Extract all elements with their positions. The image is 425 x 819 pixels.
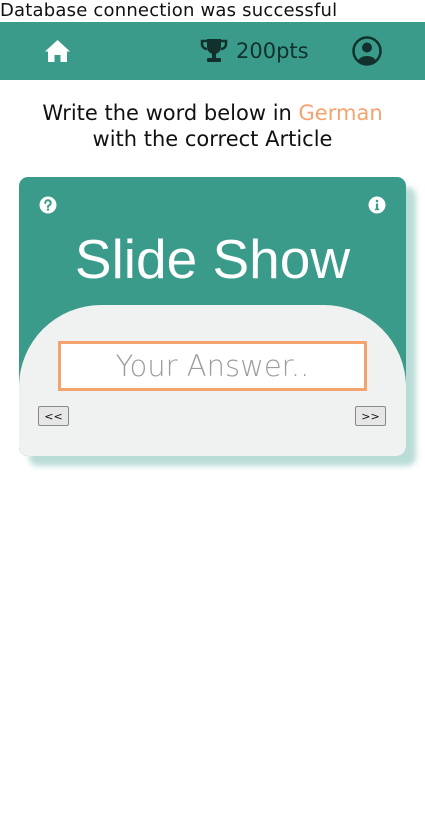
db-status-message: Database connection was successful bbox=[0, 0, 338, 21]
user-circle-icon[interactable] bbox=[352, 36, 382, 66]
next-slide-button[interactable]: >> bbox=[355, 406, 386, 426]
info-circle-icon[interactable] bbox=[368, 196, 386, 214]
instruction-text: Write the word below in German with the … bbox=[0, 100, 425, 152]
answer-input[interactable] bbox=[58, 341, 367, 391]
slide-show-card: Slide Show << >> bbox=[19, 177, 406, 456]
target-language: German bbox=[298, 101, 383, 125]
previous-slide-button[interactable]: << bbox=[38, 406, 69, 426]
trophy-icon bbox=[200, 39, 228, 62]
home-icon[interactable] bbox=[44, 39, 71, 63]
card-title: Slide Show bbox=[74, 228, 351, 290]
top-navbar: 200pts bbox=[0, 22, 425, 80]
question-circle-icon[interactable] bbox=[39, 196, 57, 214]
score-points: 200pts bbox=[236, 39, 309, 63]
score-display: 200pts bbox=[200, 36, 309, 66]
instruction-suffix: with the correct Article bbox=[92, 127, 333, 151]
answer-panel: << >> bbox=[19, 305, 406, 456]
instruction-prefix: Write the word below in bbox=[42, 101, 299, 125]
